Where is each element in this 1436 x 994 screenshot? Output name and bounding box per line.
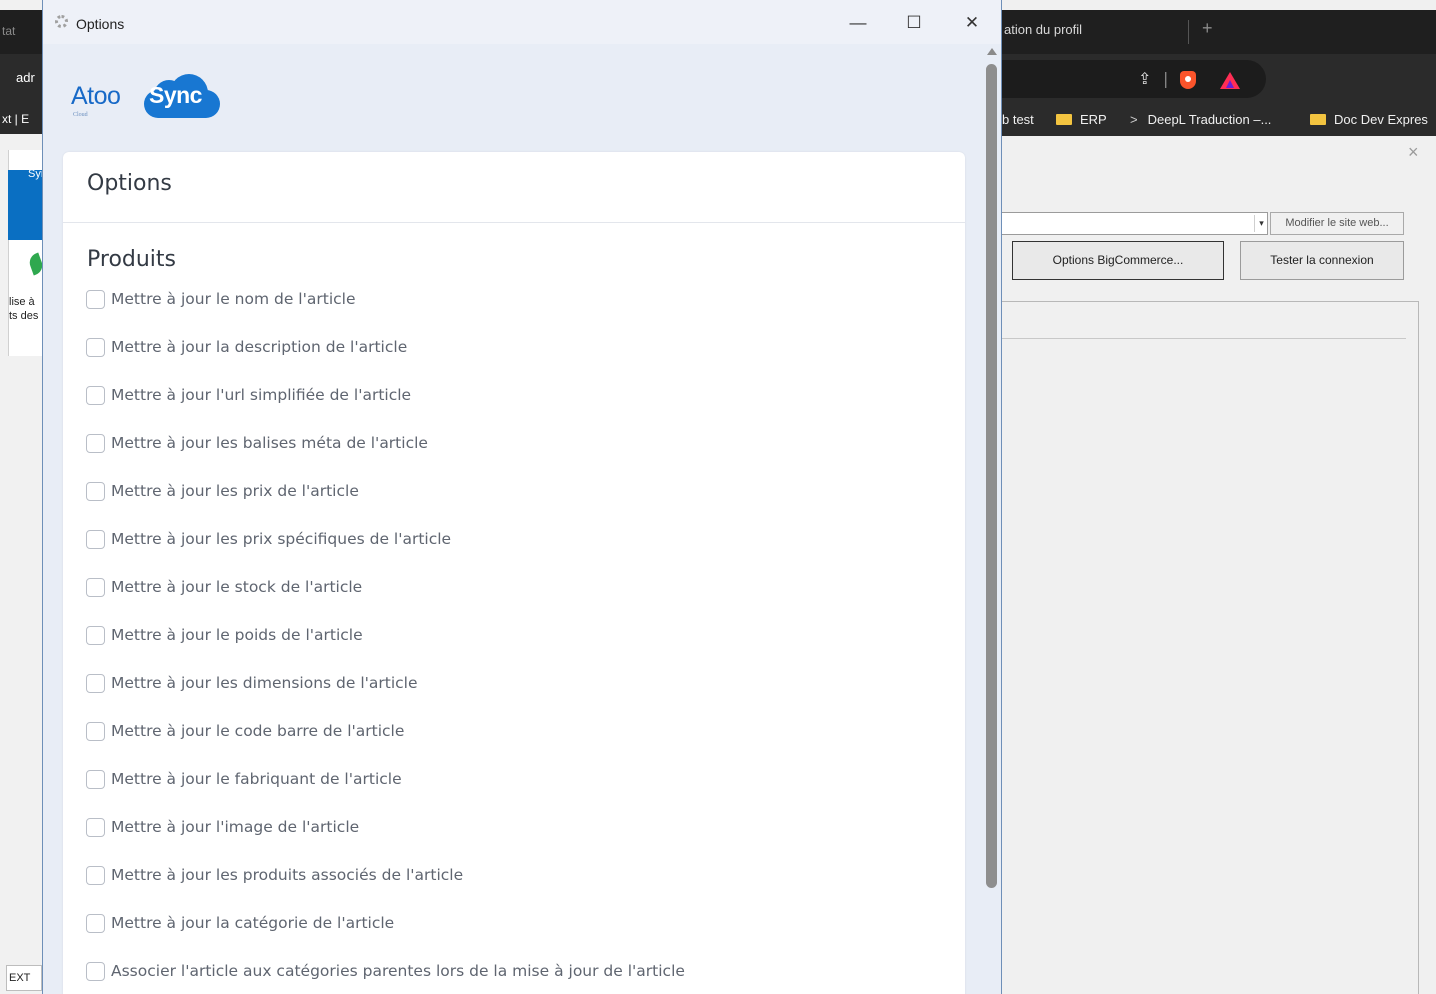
option-label[interactable]: Associer l'article aux catégories parent… xyxy=(111,962,685,980)
option-label[interactable]: Mettre à jour l'image de l'article xyxy=(111,818,359,836)
maximize-icon[interactable]: ☐ xyxy=(891,6,937,40)
checkbox[interactable] xyxy=(86,914,105,933)
scrollbar-thumb[interactable] xyxy=(986,64,997,888)
checkbox[interactable] xyxy=(86,290,105,309)
bigcommerce-options-button[interactable]: Options BigCommerce... xyxy=(1012,241,1224,280)
browser-tab-label[interactable]: ation du profil xyxy=(1004,22,1082,37)
checkbox[interactable] xyxy=(86,818,105,837)
option-label[interactable]: Mettre à jour les prix spécifiques de l'… xyxy=(111,530,451,548)
bookmark-label: ERP xyxy=(1080,112,1107,127)
divider xyxy=(1000,338,1406,339)
option-label[interactable]: Mettre à jour le fabriquant de l'article xyxy=(111,770,402,788)
option-label[interactable]: Mettre à jour l'url simplifiée de l'arti… xyxy=(111,386,411,404)
gear-icon xyxy=(55,15,68,28)
checkbox[interactable] xyxy=(86,434,105,453)
option-label[interactable]: Mettre à jour les dimensions de l'articl… xyxy=(111,674,418,692)
option-label[interactable]: Mettre à jour le poids de l'article xyxy=(111,626,363,644)
checkbox[interactable] xyxy=(86,962,105,981)
background-groupbox xyxy=(1000,301,1419,994)
background-bookmark-fragment[interactable]: xt | E xyxy=(2,112,29,126)
background-ext-button[interactable]: EXT xyxy=(6,965,42,991)
logo-text-sync: Sync xyxy=(149,82,202,108)
background-app-left: tat adr xt | E Syn lise à ts des EXT xyxy=(0,0,42,994)
background-text-line-1: lise à xyxy=(9,296,35,308)
section-title-produits: Produits xyxy=(87,247,177,272)
bookmark-label: DeepL Traduction –... xyxy=(1147,112,1272,127)
close-icon[interactable]: ✕ xyxy=(949,6,995,40)
background-address-bar-left: adr xyxy=(0,54,42,104)
window-titlebar[interactable]: Options — ☐ ✕ xyxy=(43,0,1001,44)
site-combobox[interactable] xyxy=(1000,212,1268,235)
checkbox[interactable] xyxy=(86,386,105,405)
modify-site-button[interactable]: Modifier le site web... xyxy=(1270,212,1404,235)
bookmark-item[interactable]: ERP xyxy=(1056,112,1107,127)
option-label[interactable]: Mettre à jour le stock de l'article xyxy=(111,578,362,596)
brave-shield-icon[interactable] xyxy=(1180,71,1196,89)
checkbox[interactable] xyxy=(86,674,105,693)
option-label[interactable]: Mettre à jour le code barre de l'article xyxy=(111,722,404,740)
checkbox[interactable] xyxy=(86,770,105,789)
close-icon[interactable]: × xyxy=(1408,142,1419,163)
background-tabstrip-left: tat xyxy=(0,10,42,54)
bookmarks-bar: b test ERP > DeepL Traduction –... Doc De… xyxy=(1000,104,1436,136)
logo-text-atoo: Atoo xyxy=(71,82,121,110)
new-tab-icon[interactable]: + xyxy=(1202,18,1213,39)
bookmark-label: b test xyxy=(1002,112,1034,127)
background-bookmark-bar-left: xt | E xyxy=(0,104,42,134)
bookmark-item[interactable]: > DeepL Traduction –... xyxy=(1130,112,1271,127)
chevron-down-icon[interactable]: ▾ xyxy=(1254,215,1268,232)
checkbox[interactable] xyxy=(86,722,105,741)
tab-separator xyxy=(1188,20,1189,44)
atoosync-logo: Atoo Sync Cloud xyxy=(71,72,231,126)
chevron-icon: > xyxy=(1130,112,1138,127)
background-browser: ation du profil + ⇪ | b test ERP > DeepL … xyxy=(1000,0,1436,994)
browser-address-field[interactable]: ⇪ | xyxy=(1000,60,1266,98)
checkbox[interactable] xyxy=(86,530,105,549)
browser-address-bar: ⇪ | xyxy=(1000,54,1436,104)
folder-icon xyxy=(1056,114,1072,125)
share-icon[interactable]: ⇪ xyxy=(1138,69,1151,88)
background-panel-header: Syn xyxy=(28,168,42,180)
background-text-line-2: ts des xyxy=(9,310,39,322)
options-card: Options Produits Mettre à jour le nom de… xyxy=(63,152,965,994)
option-label[interactable]: Mettre à jour les balises méta de l'arti… xyxy=(111,434,428,452)
card-title: Options xyxy=(87,171,172,196)
checkbox[interactable] xyxy=(86,578,105,597)
checkbox[interactable] xyxy=(86,866,105,885)
brave-rewards-icon[interactable] xyxy=(1220,72,1240,89)
bookmark-label: Doc Dev Expres xyxy=(1334,112,1428,127)
option-label[interactable]: Mettre à jour les prix de l'article xyxy=(111,482,359,500)
browser-tabstrip: ation du profil + xyxy=(1000,10,1436,54)
bookmark-item[interactable]: b test xyxy=(1002,112,1034,127)
background-address-fragment[interactable]: adr xyxy=(16,70,35,85)
toolbar-separator: | xyxy=(1163,69,1169,88)
options-window: Options — ☐ ✕ Atoo Sync Cloud Options Pr… xyxy=(42,0,1002,994)
bookmark-item[interactable]: Doc Dev Expres xyxy=(1310,112,1428,127)
option-label[interactable]: Mettre à jour la description de l'articl… xyxy=(111,338,407,356)
background-blue-banner xyxy=(8,170,42,240)
checkbox[interactable] xyxy=(86,338,105,357)
option-label[interactable]: Mettre à jour la catégorie de l'article xyxy=(111,914,394,932)
folder-icon xyxy=(1310,114,1326,125)
checkbox[interactable] xyxy=(86,482,105,501)
test-connection-button[interactable]: Tester la connexion xyxy=(1240,241,1404,280)
window-title: Options xyxy=(76,16,125,32)
arrow-up-icon[interactable] xyxy=(987,48,997,55)
option-label[interactable]: Mettre à jour le nom de l'article xyxy=(111,290,356,308)
option-label[interactable]: Mettre à jour les produits associés de l… xyxy=(111,866,463,884)
minimize-icon[interactable]: — xyxy=(835,6,881,40)
checkbox[interactable] xyxy=(86,626,105,645)
vertical-scrollbar[interactable] xyxy=(983,44,1001,994)
card-header: Options xyxy=(63,152,965,223)
logo-subtitle: Cloud xyxy=(73,112,88,118)
background-tab-fragment[interactable]: tat xyxy=(2,24,15,38)
